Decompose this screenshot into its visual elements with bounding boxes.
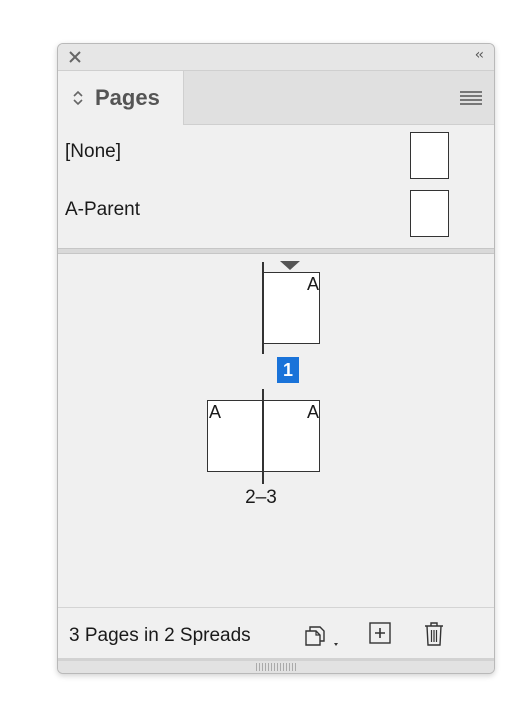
new-page-icon[interactable] bbox=[368, 621, 392, 645]
parent-item-none[interactable]: [None] bbox=[58, 125, 494, 181]
collapse-icon[interactable]: ‹‹ bbox=[475, 47, 484, 63]
page-thumbnail-3[interactable]: A bbox=[263, 400, 320, 472]
parent-item-a-parent[interactable]: A-Parent bbox=[58, 183, 494, 239]
edit-page-size-icon[interactable] bbox=[304, 621, 344, 649]
resize-handle[interactable] bbox=[58, 658, 494, 673]
status-text: 3 Pages in 2 Spreads bbox=[69, 625, 251, 646]
parent-pages-list: [None] A-Parent bbox=[58, 125, 494, 250]
panel-titlebar: ‹‹ bbox=[58, 44, 494, 71]
page-parent-letter: A bbox=[306, 274, 319, 294]
tab-label: Pages bbox=[95, 85, 160, 110]
pages-panel: ‹‹ Pages [None] A-Parent A 1 A A 2–3 3 P… bbox=[57, 43, 495, 674]
panel-footer: 3 Pages in 2 Spreads bbox=[58, 607, 494, 660]
document-pages-area: A 1 A A 2–3 bbox=[58, 254, 494, 606]
trash-icon[interactable] bbox=[422, 621, 446, 647]
current-page-indicator-icon bbox=[280, 261, 300, 270]
page-number-2-3[interactable]: 2–3 bbox=[231, 487, 291, 509]
panel-menu-icon[interactable] bbox=[460, 91, 482, 105]
page-thumbnail-1[interactable]: A bbox=[263, 272, 320, 344]
resize-grip-icon[interactable] bbox=[256, 663, 296, 671]
page-number-1[interactable]: 1 bbox=[277, 357, 299, 383]
sort-arrows-icon[interactable] bbox=[73, 90, 83, 106]
close-icon[interactable] bbox=[67, 49, 83, 65]
parent-thumbnail[interactable] bbox=[410, 132, 449, 179]
page-parent-letter: A bbox=[209, 402, 222, 422]
tab-row: Pages bbox=[58, 71, 494, 125]
tab-pages[interactable]: Pages bbox=[58, 71, 184, 125]
parent-thumbnail[interactable] bbox=[410, 190, 449, 237]
parent-item-label: A-Parent bbox=[65, 199, 140, 220]
page-parent-letter: A bbox=[306, 402, 319, 422]
parent-item-label: [None] bbox=[65, 141, 121, 162]
page-thumbnail-2[interactable]: A bbox=[207, 400, 263, 472]
